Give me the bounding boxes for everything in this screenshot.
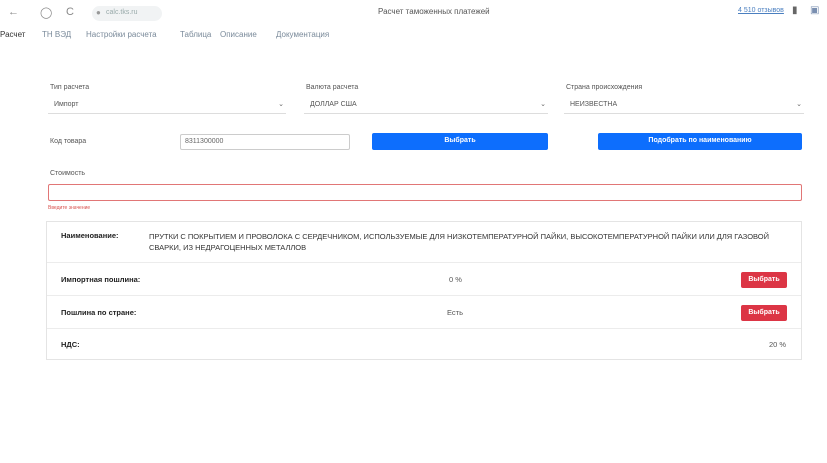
chevron-down-icon: ⌄ xyxy=(540,101,546,108)
cost-error-message: Введите значение xyxy=(48,205,91,211)
reviews-link[interactable]: 4 510 отзывов xyxy=(738,7,784,14)
address-bar[interactable]: ● calc.tks.ru xyxy=(92,6,162,21)
url-text: calc.tks.ru xyxy=(106,9,138,16)
nav-item-tnved[interactable]: ТН ВЭД xyxy=(42,30,71,39)
nav-item-docs[interactable]: Документация xyxy=(276,30,329,39)
lock-icon: ● xyxy=(96,8,101,17)
browser-toolbar: ← ◯ C ● calc.tks.ru Расчет таможенных пл… xyxy=(0,0,827,28)
name-value: ПРУТКИ С ПОКРЫТИЕМ И ПРОВОЛОКА С СЕРДЕЧН… xyxy=(149,232,770,252)
info-icon[interactable]: ◯ xyxy=(40,6,52,19)
result-row-vat: НДС: 20 % xyxy=(47,329,801,359)
bookmark-icon[interactable]: ▮ xyxy=(792,5,798,16)
nav-item-settings[interactable]: Настройки расчета xyxy=(86,30,157,39)
code-label: Код товара xyxy=(50,138,87,145)
country-select[interactable]: НЕИЗВЕСТНА ⌄ xyxy=(564,96,804,114)
chevron-down-icon: ⌄ xyxy=(796,101,802,108)
tab-title: Расчет таможенных платежей xyxy=(378,7,490,16)
nav-item-description[interactable]: Описание xyxy=(220,30,257,39)
result-row-import-duty: Импортная пошлина: 0 % Выбрать xyxy=(47,263,801,296)
app-navbar: Расчет ТН ВЭД Настройки расчета Таблица … xyxy=(0,30,827,50)
select-code-button[interactable]: Выбрать xyxy=(372,133,548,150)
code-input[interactable]: 8311300000 xyxy=(180,134,350,150)
cost-input[interactable] xyxy=(48,184,802,201)
currency-select[interactable]: ДОЛЛАР США ⌄ xyxy=(304,96,548,114)
refresh-icon[interactable]: C xyxy=(66,6,74,18)
country-duty-select-button[interactable]: Выбрать xyxy=(741,305,787,321)
nav-item-table[interactable]: Таблица xyxy=(180,30,211,39)
country-duty-value: Есть xyxy=(447,308,464,317)
calc-type-value: Импорт xyxy=(54,101,79,108)
currency-label: Валюта расчета xyxy=(306,84,359,91)
country-label: Страна происхождения xyxy=(566,84,643,91)
chevron-down-icon: ⌄ xyxy=(278,101,284,108)
currency-value: ДОЛЛАР США xyxy=(310,101,357,108)
calc-type-select[interactable]: Импорт ⌄ xyxy=(48,96,286,114)
pick-by-name-button[interactable]: Подобрать по наименованию xyxy=(598,133,802,150)
vat-label: НДС: xyxy=(61,340,80,349)
import-duty-select-button[interactable]: Выбрать xyxy=(741,272,787,288)
country-duty-label: Пошлина по стране: xyxy=(61,308,137,317)
code-value: 8311300000 xyxy=(185,138,224,145)
name-label: Наименование: xyxy=(61,231,119,240)
cost-label: Стоимость xyxy=(50,170,86,177)
result-card: Наименование: ПРУТКИ С ПОКРЫТИЕМ И ПРОВО… xyxy=(46,221,802,360)
country-value: НЕИЗВЕСТНА xyxy=(570,101,618,108)
import-duty-label: Импортная пошлина: xyxy=(61,275,141,284)
import-duty-value: 0 % xyxy=(449,275,462,284)
back-icon[interactable]: ← xyxy=(8,6,19,18)
calc-type-label: Тип расчета xyxy=(50,84,90,91)
vat-value: 20 % xyxy=(769,340,787,349)
result-row-name: Наименование: ПРУТКИ С ПОКРЫТИЕМ И ПРОВО… xyxy=(47,222,801,263)
extension-icon[interactable]: ▣ xyxy=(810,5,819,16)
result-row-country-duty: Пошлина по стране: Есть Выбрать xyxy=(47,296,801,329)
navbar-brand[interactable]: Расчет xyxy=(0,30,25,39)
